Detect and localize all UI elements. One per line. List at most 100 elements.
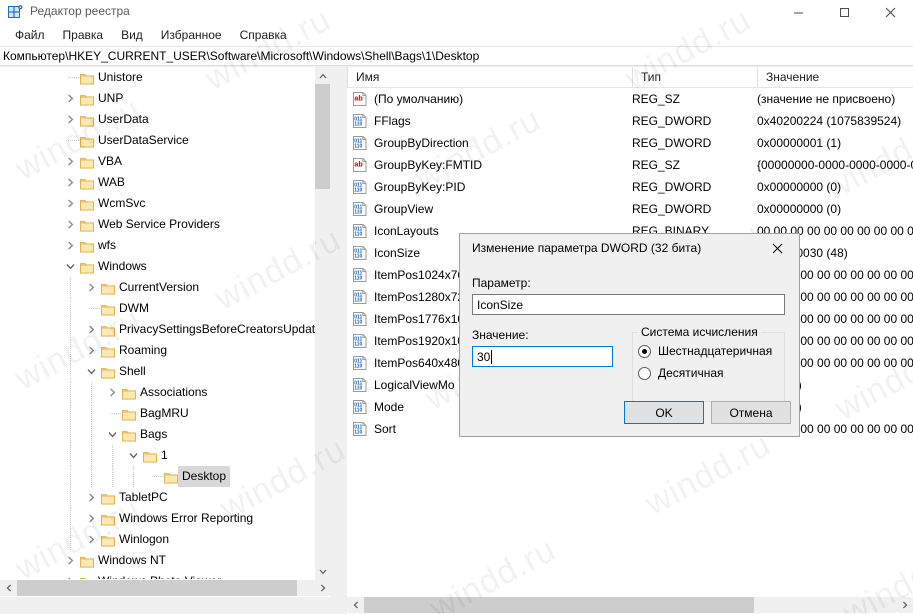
column-header-name[interactable]: Имя: [347, 67, 632, 87]
registry-value-row[interactable]: ab (По умолчанию) REG_SZ (значение не присв…: [347, 88, 913, 110]
dword-value-icon: 011 110: [352, 333, 368, 349]
chevron-right-icon[interactable]: [64, 571, 76, 579]
tree-guide-line: [70, 529, 71, 550]
tree-item-label: UserData: [98, 112, 149, 126]
svg-text:110: 110: [354, 320, 362, 326]
tree-item-bagmru[interactable]: BagMRU: [0, 403, 316, 424]
tree-item-desktop[interactable]: Desktop: [0, 466, 316, 487]
menu-item-3[interactable]: Избранное: [152, 26, 231, 45]
tree-item-unp[interactable]: UNP: [0, 88, 316, 109]
chevron-right-icon[interactable]: [85, 529, 97, 550]
chevron-right-icon[interactable]: [85, 508, 97, 529]
tree-item-associations[interactable]: Associations: [0, 382, 316, 403]
chevron-right-icon[interactable]: [64, 193, 76, 214]
chevron-right-icon[interactable]: [64, 151, 76, 172]
chevron-right-icon[interactable]: [85, 487, 97, 508]
dialog-close-icon[interactable]: [757, 234, 797, 263]
chevron-right-icon[interactable]: [64, 214, 76, 235]
tree-item-wfs[interactable]: wfs: [0, 235, 316, 256]
tree-item-1[interactable]: 1: [0, 445, 316, 466]
tree-scrollbar-thumb[interactable]: [315, 84, 330, 189]
tree-item-userdataservice[interactable]: UserDataService: [0, 130, 316, 151]
chevron-down-icon[interactable]: [64, 256, 76, 277]
column-header-value[interactable]: Значение: [757, 67, 913, 87]
tree-scroll-down-button[interactable]: [315, 563, 330, 580]
registry-value-row[interactable]: 011 110 GroupByKey:PID REG_DWORD 0x00000000 …: [347, 176, 913, 198]
radio-decimal[interactable]: Десятичная: [638, 366, 778, 382]
registry-tree[interactable]: Unistore UNP UserData UserDataService VBA WAB…: [0, 67, 316, 579]
value-field[interactable]: 30: [472, 346, 613, 367]
tree-item-userdata[interactable]: UserData: [0, 109, 316, 130]
cancel-button[interactable]: Отмена: [711, 401, 791, 424]
svg-text:110: 110: [354, 210, 362, 216]
ok-button[interactable]: OK: [624, 401, 704, 424]
registry-value-row[interactable]: 011 110 FFlags REG_DWORD 0x40200224 (1075839…: [347, 110, 913, 132]
radio-hexadecimal[interactable]: Шестнадцатеричная: [638, 344, 778, 360]
chevron-down-icon[interactable]: [106, 424, 118, 445]
chevron-right-icon[interactable]: [64, 172, 76, 193]
chevron-right-icon[interactable]: [64, 109, 76, 130]
tree-scroll-left-button[interactable]: [0, 580, 17, 596]
tree-item-shell[interactable]: Shell: [0, 361, 316, 382]
value-field-text: 30: [477, 350, 491, 364]
list-hscrollbar-thumb[interactable]: [364, 597, 754, 613]
tree-item-unistore[interactable]: Unistore: [0, 67, 316, 88]
window-controls: [775, 0, 913, 25]
chevron-right-icon[interactable]: [85, 319, 97, 340]
address-bar[interactable]: Компьютер\HKEY_CURRENT_USER\Software\Mic…: [0, 46, 913, 66]
tree-item-tabletpc[interactable]: TabletPC: [0, 487, 316, 508]
tree-item-label: Windows Photo Viewer: [94, 571, 225, 579]
tree-item-dwm[interactable]: DWM: [0, 298, 316, 319]
tree-item-currentversion[interactable]: CurrentVersion: [0, 277, 316, 298]
tree-item-roaming[interactable]: Roaming: [0, 340, 316, 361]
chevron-right-icon[interactable]: [64, 88, 76, 109]
tree-hscrollbar-thumb[interactable]: [17, 580, 297, 596]
registry-value-row[interactable]: ab GroupByKey:FMTID REG_SZ {00000000-0000-0…: [347, 154, 913, 176]
tree-horizontal-scrollbar[interactable]: [0, 580, 330, 596]
registry-value-row[interactable]: 011 110 GroupByDirection REG_DWORD 0x0000000…: [347, 132, 913, 154]
tree-item-winlogon[interactable]: Winlogon: [0, 529, 316, 550]
tree-vertical-scrollbar[interactable]: [315, 67, 330, 580]
tree-scroll-right-button[interactable]: [314, 580, 330, 596]
list-scroll-right-button[interactable]: [896, 597, 913, 613]
minimize-button[interactable]: [775, 0, 821, 25]
chevron-right-icon[interactable]: [64, 235, 76, 256]
tree-item-wab[interactable]: WAB: [0, 172, 316, 193]
tree-item-wcmsvc[interactable]: WcmSvc: [0, 193, 316, 214]
registry-value-data: 0x00000000 (0): [757, 180, 842, 194]
list-horizontal-scrollbar[interactable]: [347, 597, 913, 613]
tree-item-privacysettingsbeforecreatorsupdate[interactable]: PrivacySettingsBeforeCreatorsUpdate: [0, 319, 316, 340]
list-scroll-left-button[interactable]: [347, 597, 364, 613]
tree-item-windows-nt[interactable]: Windows NT: [0, 550, 316, 571]
pane-splitter[interactable]: [331, 67, 347, 614]
folder-icon: [101, 512, 115, 526]
param-name-field[interactable]: IconSize: [472, 294, 785, 315]
tree-item-windows-photo-viewer[interactable]: Windows Photo Viewer: [0, 571, 316, 579]
column-header-type[interactable]: Тип: [632, 67, 757, 87]
close-button[interactable]: [867, 0, 913, 25]
maximize-button[interactable]: [821, 0, 867, 25]
tree-item-windows-error-reporting[interactable]: Windows Error Reporting: [0, 508, 316, 529]
chevron-right-icon[interactable]: [106, 382, 118, 403]
chevron-right-icon[interactable]: [85, 277, 97, 298]
chevron-right-icon[interactable]: [85, 340, 97, 361]
tree-scroll-up-button[interactable]: [315, 67, 330, 84]
menu-item-0[interactable]: Файл: [6, 26, 54, 45]
chevron-down-icon[interactable]: [85, 361, 97, 382]
menu-item-1[interactable]: Правка: [54, 26, 113, 45]
menu-item-2[interactable]: Вид: [112, 26, 152, 45]
tree-guide-line: [70, 298, 71, 319]
tree-item-web-service-providers[interactable]: Web Service Providers: [0, 214, 316, 235]
tree-item-vba[interactable]: VBA: [0, 151, 316, 172]
tree-item-windows[interactable]: Windows: [0, 256, 316, 277]
dialog-title: Изменение параметра DWORD (32 бита): [472, 241, 702, 255]
folder-icon: [80, 176, 94, 190]
chevron-down-icon[interactable]: [127, 445, 139, 466]
tree-guide-line: [91, 466, 92, 487]
folder-icon: [101, 281, 115, 295]
registry-value-row[interactable]: 011 110 GroupView REG_DWORD 0x00000000 (0): [347, 198, 913, 220]
menu-item-4[interactable]: Справка: [231, 26, 296, 45]
param-name-label: Параметр:: [472, 276, 531, 290]
tree-item-bags[interactable]: Bags: [0, 424, 316, 445]
chevron-right-icon[interactable]: [64, 550, 76, 571]
